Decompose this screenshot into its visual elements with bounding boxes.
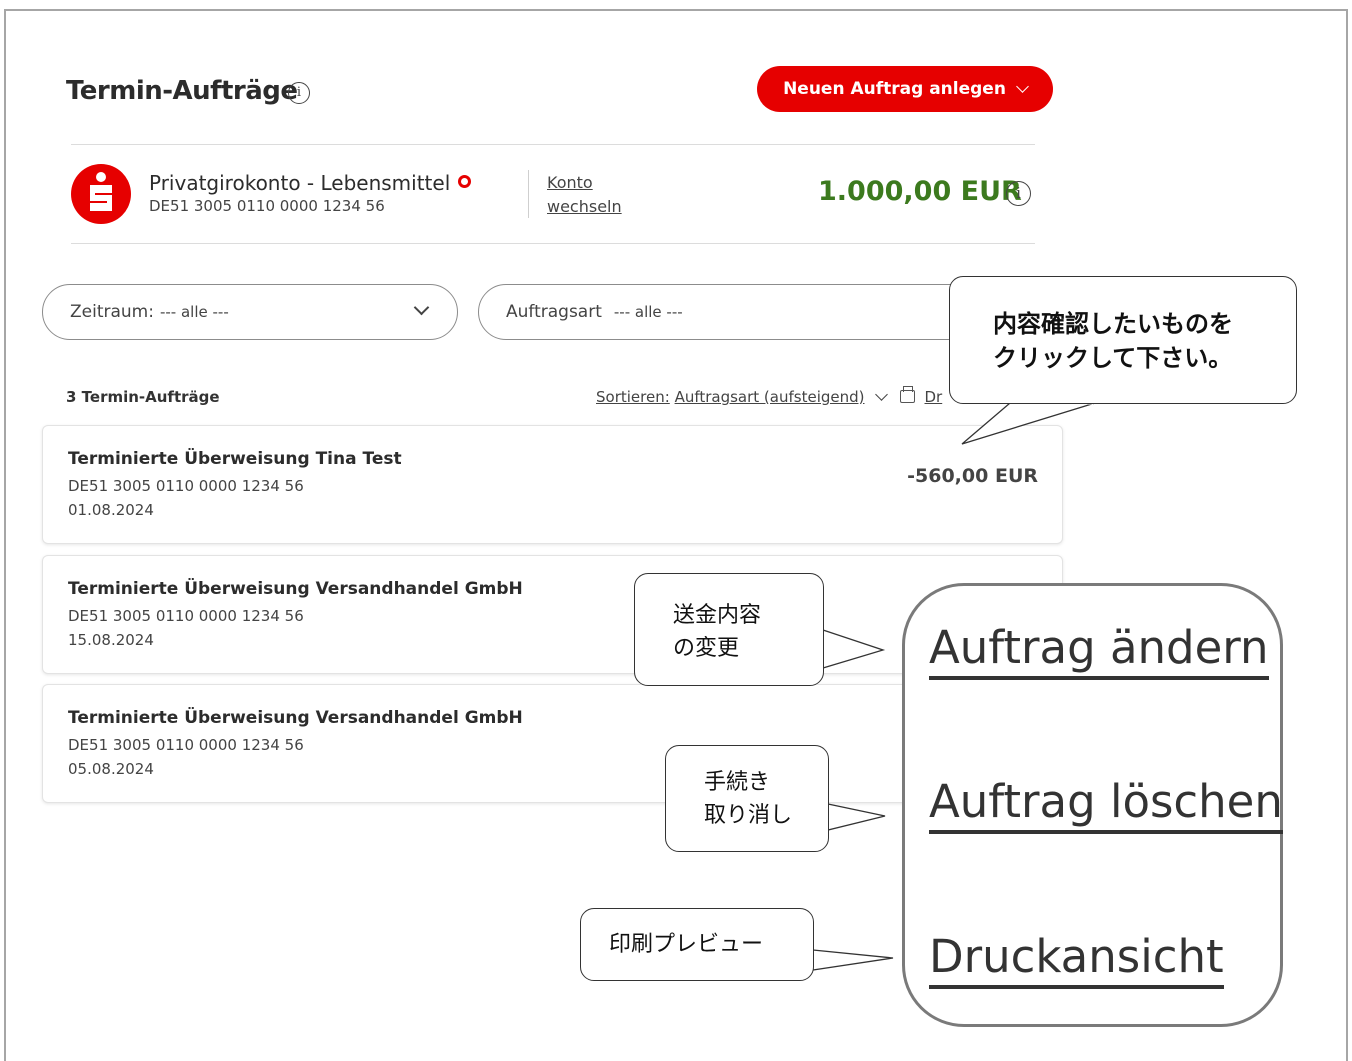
order-amount: -560,00 EUR [907, 465, 1038, 487]
account-balance: 1.000,00 EUR [818, 176, 1022, 207]
info-icon[interactable]: i [1006, 181, 1031, 206]
callout-text: 手続き [704, 770, 771, 795]
print-view-link[interactable]: Druckansicht [929, 931, 1224, 989]
auftragsart-value: --- alle --- [613, 303, 683, 321]
divider [71, 243, 1035, 244]
chevron-down-icon [1016, 80, 1029, 93]
auftragsart-select[interactable]: Auftragsart --- alle --- [478, 284, 998, 340]
order-count: 3 Termin-Aufträge [66, 388, 220, 406]
edit-order-link[interactable]: Auftrag ändern [929, 622, 1269, 680]
callout-cancel: 手続き 取り消し [665, 745, 829, 852]
delete-order-link[interactable]: Auftrag löschen [929, 776, 1283, 834]
order-date: 01.08.2024 [68, 501, 154, 519]
sort-control[interactable]: Sortieren: Auftragsart (aufsteigend) Dr [596, 386, 943, 406]
callout-select-item: 内容確認したいものを クリックして下さい。 [949, 276, 1297, 404]
switch-account-label-1: Konto [547, 173, 593, 192]
order-title: Terminierte Überweisung Versandhandel Gm… [68, 579, 523, 599]
callout-text: 印刷プレビュー [609, 932, 764, 957]
chevron-down-icon [874, 388, 888, 401]
sort-value[interactable]: Auftragsart (aufsteigend) [675, 388, 865, 406]
order-iban: DE51 3005 0110 0000 1234 56 [68, 607, 304, 625]
chevron-down-icon [413, 299, 430, 316]
new-order-label: Neuen Auftrag anlegen [783, 79, 1006, 99]
sparkasse-logo-icon [90, 172, 112, 211]
page-title: Termin-Aufträge [66, 76, 298, 106]
zeitraum-select[interactable]: Zeitraum: --- alle --- [42, 284, 458, 340]
switch-account-link[interactable]: Konto wechseln [547, 171, 622, 219]
zoom-action-menu: Auftrag ändern Auftrag löschen Druckansi… [902, 583, 1283, 1027]
divider [71, 144, 1035, 145]
callout-text: 取り消し [704, 803, 793, 828]
callout-text: クリックして下さい。 [993, 344, 1233, 372]
callout-preview: 印刷プレビュー [580, 908, 814, 981]
account-iban: DE51 3005 0110 0000 1234 56 [149, 197, 385, 215]
order-iban: DE51 3005 0110 0000 1234 56 [68, 736, 304, 754]
switch-account-label-2: wechseln [547, 197, 622, 216]
callout-text: 内容確認したいものを [993, 310, 1233, 338]
info-icon[interactable]: i [288, 82, 310, 104]
account-name: Privatgirokonto - Lebensmittel [149, 171, 472, 195]
callout-text: 送金内容 [673, 603, 762, 628]
order-date: 05.08.2024 [68, 760, 154, 778]
sort-prefix: Sortieren: [596, 388, 670, 406]
zeitraum-value: --- alle --- [159, 303, 229, 321]
sparkasse-logo [71, 164, 131, 224]
order-title: Terminierte Überweisung Versandhandel Gm… [68, 708, 523, 728]
vertical-divider [528, 170, 529, 218]
account-name-text: Privatgirokonto - Lebensmittel [149, 171, 451, 195]
callout-change: 送金内容 の変更 [634, 573, 824, 686]
order-title: Terminierte Überweisung Tina Test [68, 449, 402, 469]
callout-text: の変更 [673, 636, 740, 661]
order-iban: DE51 3005 0110 0000 1234 56 [68, 477, 304, 495]
new-order-button[interactable]: Neuen Auftrag anlegen [757, 66, 1053, 112]
order-card[interactable]: Terminierte Überweisung Tina Test DE51 3… [42, 425, 1063, 544]
auftragsart-label: Auftragsart [506, 302, 602, 322]
status-icon [458, 175, 472, 188]
printer-icon[interactable] [899, 386, 915, 403]
order-date: 15.08.2024 [68, 631, 154, 649]
print-link[interactable]: Dr [925, 388, 943, 406]
zeitraum-label: Zeitraum: [70, 302, 154, 322]
